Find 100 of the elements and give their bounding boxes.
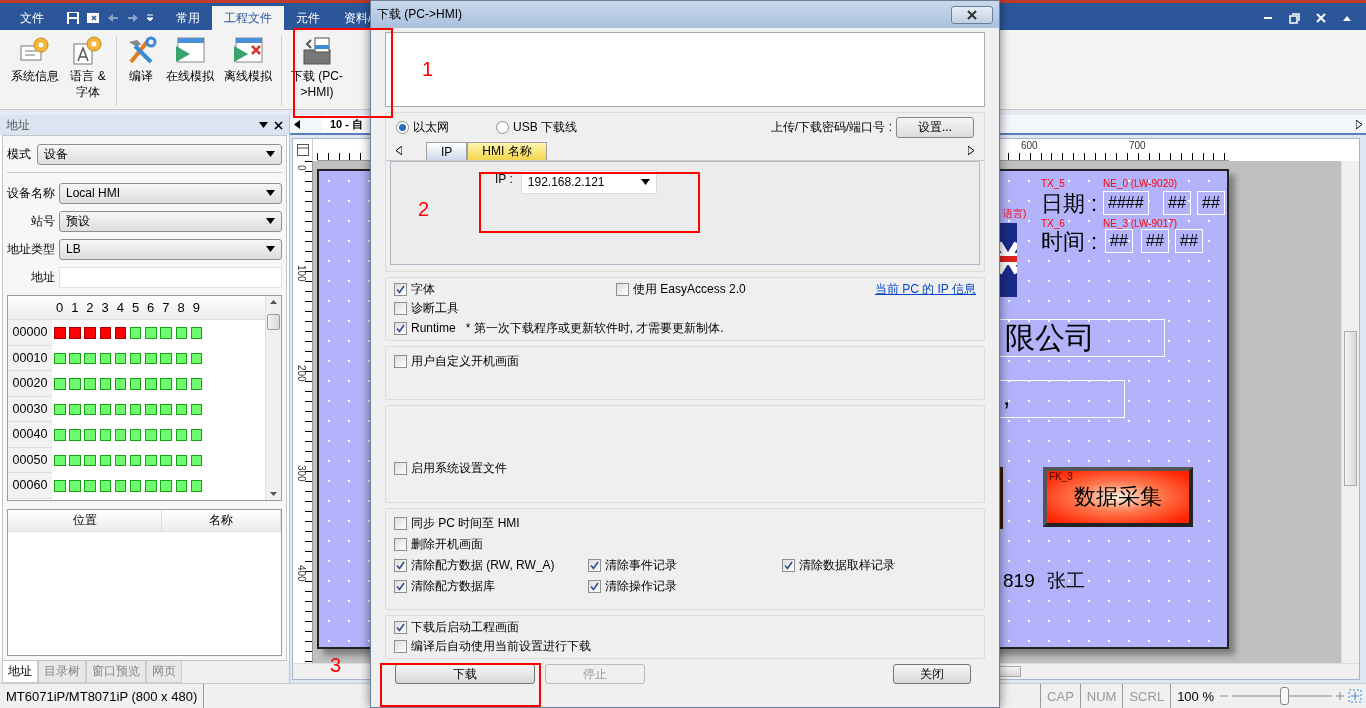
slider-thumb[interactable]	[1280, 687, 1289, 705]
checkbox[interactable]	[782, 559, 795, 572]
close-button[interactable]: 关闭	[893, 664, 971, 684]
ribbon-button[interactable]: 在线模拟	[161, 36, 219, 84]
scroll-left-icon[interactable]	[294, 119, 300, 129]
bit-indicator[interactable]	[99, 454, 112, 466]
menu-tab[interactable]: 工程文件	[212, 6, 284, 30]
bit-indicator[interactable]	[129, 454, 142, 466]
bit-indicator[interactable]	[190, 403, 203, 415]
bit-indicator[interactable]	[129, 403, 142, 415]
bit-indicator[interactable]	[175, 429, 187, 441]
mode-select[interactable]: 设备	[37, 143, 282, 165]
bit-indicator[interactable]	[175, 454, 187, 466]
data-collect-button[interactable]: FK_3 数据采集	[1043, 467, 1193, 527]
fit-icon[interactable]	[1348, 689, 1362, 703]
bit-indicator[interactable]	[129, 480, 142, 492]
ribbon-button[interactable]: 离线模拟	[219, 36, 277, 84]
checkbox[interactable]	[394, 321, 407, 335]
settings-button[interactable]: 设置...	[896, 116, 974, 138]
bit-indicator[interactable]	[69, 454, 81, 466]
menu-tab[interactable]: 文件	[8, 6, 56, 30]
bit-indicator[interactable]	[160, 403, 172, 415]
bit-indicator[interactable]	[145, 403, 157, 415]
checkbox[interactable]	[394, 517, 407, 530]
bit-indicator[interactable]	[69, 403, 81, 415]
bit-indicator[interactable]	[129, 327, 142, 339]
tab[interactable]: IP	[426, 142, 468, 160]
bit-indicator[interactable]	[114, 429, 127, 441]
bit-indicator[interactable]	[84, 403, 96, 415]
bit-indicator[interactable]	[114, 378, 127, 390]
scroll-right-icon[interactable]	[968, 146, 974, 155]
bit-indicator[interactable]	[129, 352, 142, 364]
ip-select[interactable]: 192.168.2.121	[520, 170, 657, 194]
bit-indicator[interactable]	[190, 378, 203, 390]
bit-indicator[interactable]	[114, 327, 127, 339]
tab[interactable]: HMI 名称	[467, 142, 547, 160]
collapse-icon[interactable]	[1342, 14, 1352, 22]
checkbox[interactable]	[394, 580, 407, 593]
bit-indicator[interactable]	[84, 454, 96, 466]
scroll-up-icon[interactable]	[270, 300, 277, 304]
close-icon[interactable]	[274, 120, 283, 130]
menu-tab[interactable]: 元件	[284, 6, 332, 30]
ribbon-button[interactable]: 系统信息	[6, 36, 64, 84]
close-button[interactable]	[951, 5, 993, 24]
bit-indicator[interactable]	[160, 454, 172, 466]
undo-icon[interactable]	[106, 11, 120, 25]
bit-indicator[interactable]	[160, 352, 172, 364]
scroll-left-icon[interactable]	[396, 146, 402, 155]
bit-indicator[interactable]	[99, 327, 112, 339]
checkbox[interactable]	[616, 283, 629, 297]
scroll-down-icon[interactable]	[270, 492, 277, 496]
bit-indicator[interactable]	[99, 378, 112, 390]
bit-indicator[interactable]	[129, 429, 142, 441]
bit-indicator[interactable]	[114, 403, 127, 415]
scroll-right-icon[interactable]	[1356, 119, 1362, 129]
checkbox[interactable]	[394, 283, 407, 297]
scrollbar[interactable]	[265, 296, 281, 500]
dropdown-icon[interactable]	[146, 13, 154, 23]
bit-indicator[interactable]	[175, 327, 187, 339]
window-close-icon[interactable]	[86, 11, 100, 25]
bit-indicator[interactable]	[190, 327, 203, 339]
radio-button[interactable]	[396, 120, 409, 134]
bit-indicator[interactable]	[190, 480, 203, 492]
bit-indicator[interactable]	[99, 480, 112, 492]
bit-indicator[interactable]	[175, 403, 187, 415]
checkbox[interactable]	[588, 559, 601, 572]
bit-indicator[interactable]	[114, 454, 127, 466]
plus-icon[interactable]	[1336, 692, 1344, 700]
bit-indicator[interactable]	[99, 403, 112, 415]
bit-indicator[interactable]	[114, 480, 127, 492]
radio-button[interactable]	[496, 120, 509, 134]
download-button[interactable]: 下载	[395, 664, 535, 684]
bit-indicator[interactable]	[190, 429, 203, 441]
grid-icon[interactable]	[296, 144, 309, 156]
checkbox[interactable]	[394, 302, 407, 316]
bit-indicator[interactable]	[145, 352, 157, 364]
bit-indicator[interactable]	[175, 480, 187, 492]
scroll-thumb[interactable]	[267, 314, 280, 330]
checkbox[interactable]	[394, 640, 407, 653]
input-field[interactable]	[59, 266, 282, 288]
select-field[interactable]: Local HMI	[59, 182, 282, 204]
bit-indicator[interactable]	[129, 378, 142, 390]
bit-indicator[interactable]	[99, 352, 112, 364]
bit-indicator[interactable]	[175, 378, 187, 390]
checkbox[interactable]	[394, 559, 407, 572]
restore-icon[interactable]	[1289, 12, 1300, 24]
checkbox[interactable]	[394, 621, 407, 634]
scroll-thumb[interactable]	[1344, 331, 1357, 486]
checkbox[interactable]	[394, 538, 407, 551]
ribbon-button[interactable]: 编译	[121, 36, 161, 84]
bit-indicator[interactable]	[54, 454, 66, 466]
dropdown-icon[interactable]	[259, 122, 268, 128]
bit-indicator[interactable]	[54, 352, 66, 364]
bit-indicator[interactable]	[175, 352, 187, 364]
bit-indicator[interactable]	[84, 352, 96, 364]
checkbox[interactable]	[394, 354, 407, 368]
bit-indicator[interactable]	[145, 454, 157, 466]
checkbox[interactable]	[394, 461, 407, 475]
ribbon-button[interactable]: 语言 & 字体	[64, 36, 112, 100]
save-icon[interactable]	[66, 11, 80, 25]
